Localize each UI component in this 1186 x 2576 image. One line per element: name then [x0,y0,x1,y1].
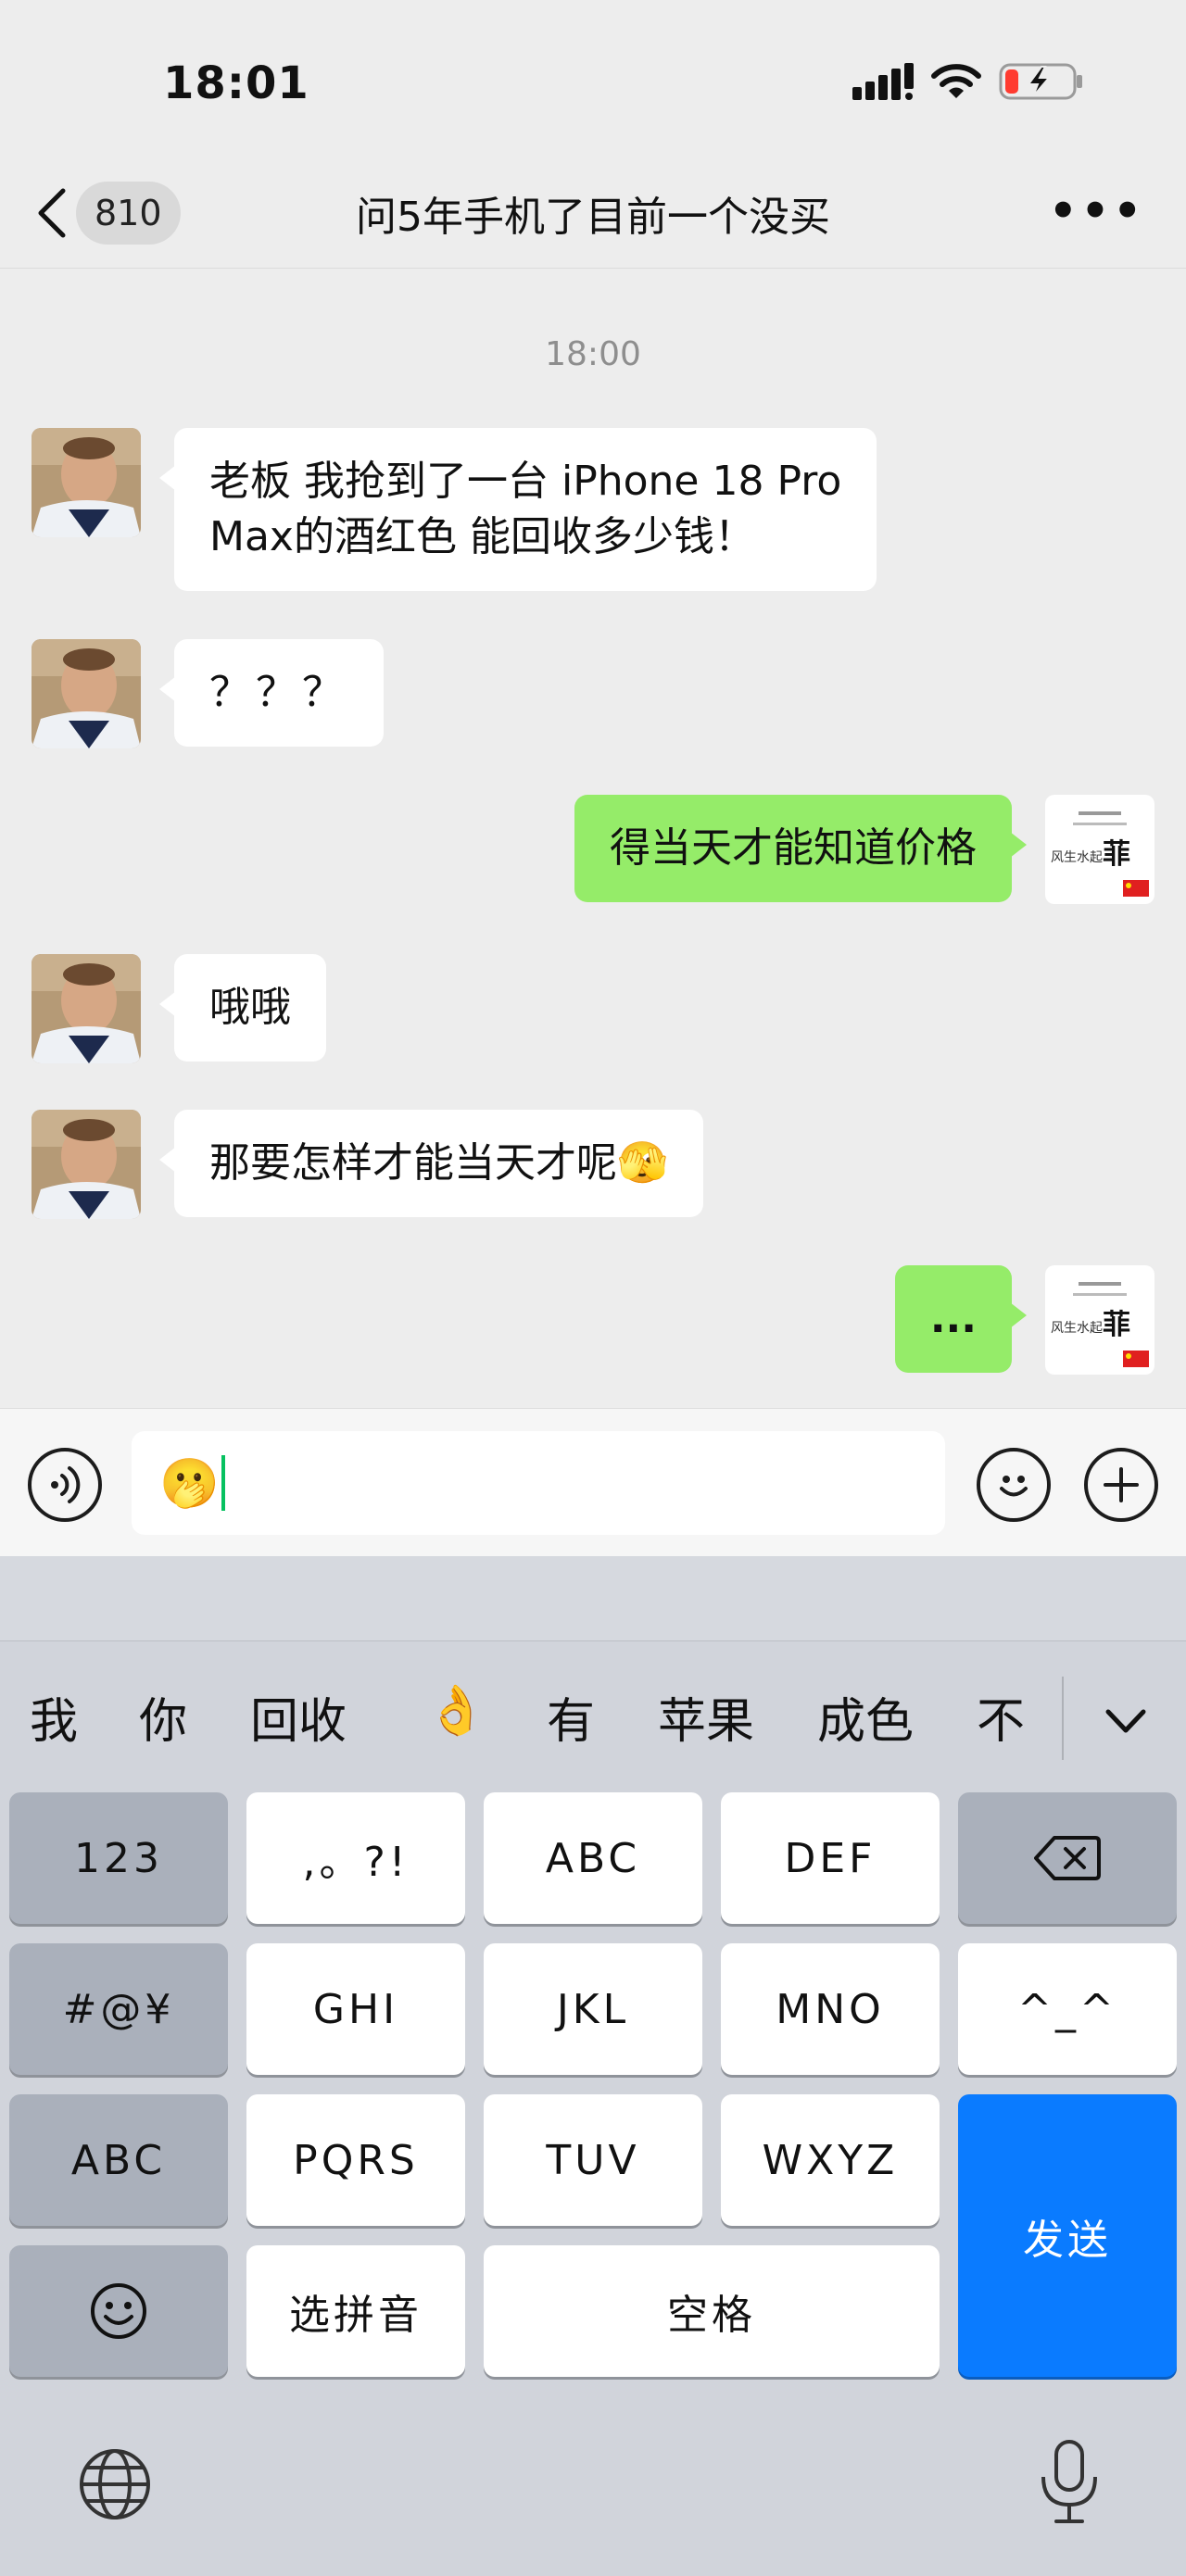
key-ghi[interactable]: GHI [246,1943,465,2075]
space-key[interactable]: 空格 [484,2245,940,2377]
voice-wave-icon [51,1466,81,1503]
more-options-icon[interactable]: ••• [1049,185,1145,237]
voice-input-button[interactable] [28,1448,102,1522]
message-received[interactable]: 老板 我抢到了一台 iPhone 18 Pro Max的酒红色 能回收多少钱！ [32,428,877,591]
avatar[interactable] [32,428,141,537]
key-select-pinyin[interactable]: 选拼音 [246,2245,465,2377]
message-bubble[interactable]: 老板 我抢到了一台 iPhone 18 Pro Max的酒红色 能回收多少钱！ [158,428,877,591]
status-icons [852,61,1084,102]
key-jkl[interactable]: JKL [484,1943,702,2075]
message-received[interactable]: ？？？ [32,639,384,748]
emoji-button[interactable] [977,1448,1051,1522]
signal-icon [852,63,914,100]
chat-title: 问5年手机了目前一个没买 [356,194,830,241]
key-abc-mode[interactable]: ABC [9,2094,228,2226]
message-bubble[interactable]: 得当天才能知道价格 [574,795,1027,902]
keyboard-toolbar [0,1556,1186,1641]
input-bar: 🫢 [0,1408,1186,1556]
svg-text:菲: 菲 [1103,1309,1130,1341]
message-bubble[interactable]: ... [894,1265,1028,1373]
candidate-item[interactable]: 👌 [426,1682,486,1739]
chat-timestamp: 18:00 [545,335,641,373]
chat-area[interactable]: 18:00 老板 我抢到了一台 iPhone 18 Pro Max的酒红色 能回… [0,269,1186,1408]
svg-text:风生水起: 风生水起 [1051,1321,1103,1336]
thinking-emoji: 🫣 [617,1139,668,1187]
message-sent[interactable]: 风生水起 菲 得当天才能知道价格 [574,795,1154,904]
message-bubble[interactable]: 哦哦 [159,954,326,1062]
avatar[interactable]: 风生水起 菲 [1045,795,1154,904]
candidate-item[interactable]: 回收 [250,1682,347,1752]
key-tuv[interactable]: TUV [484,2094,702,2226]
send-button[interactable]: 发送 [958,2094,1177,2377]
battery-charging-icon [999,63,1082,100]
chevron-down-icon[interactable] [1103,1703,1149,1740]
candidate-item[interactable]: 你 [139,1682,187,1752]
text-caret [221,1455,225,1511]
message-received[interactable]: 那要怎样才能当天才呢🫣 [32,1110,703,1219]
smiley-icon [1000,1476,1028,1497]
key-pqrs[interactable]: PQRS [246,2094,465,2226]
status-time: 18:01 [163,57,309,109]
divider [1062,1677,1064,1760]
candidate-item[interactable]: 我 [30,1682,78,1752]
globe-icon[interactable] [76,2445,154,2523]
key-mno[interactable]: MNO [721,1943,940,2075]
avatar[interactable] [32,639,141,748]
key-numbers[interactable]: 123 [9,1792,228,1924]
key-emoticon[interactable]: ^_^ [958,1943,1177,2075]
microphone-icon[interactable] [1036,2438,1103,2527]
avatar[interactable] [32,1110,141,1219]
keyboard-bottom-bar [0,2418,1186,2576]
message-bubble[interactable]: ？？？ [159,639,384,747]
key-symbols[interactable]: #@¥ [9,1943,228,2075]
wifi-icon [931,64,981,98]
emoji-key[interactable] [9,2245,228,2377]
smiley-icon [91,2283,146,2339]
svg-text:风生水起: 风生水起 [1051,850,1103,865]
candidate-item[interactable]: 苹果 [658,1682,754,1752]
status-bar: 18:01 [0,0,1186,157]
svg-text:菲: 菲 [1103,838,1130,871]
add-more-button[interactable] [1084,1448,1158,1522]
message-bubble[interactable]: 那要怎样才能当天才呢🫣 [159,1110,703,1217]
avatar[interactable] [32,954,141,1063]
message-sent[interactable]: 风生水起 菲 ... [894,1265,1154,1375]
candidate-item[interactable]: 成色 [817,1682,914,1752]
keyboard: 我 你 回收 👌 有 苹果 成色 不 123 ,。?! ABC DEF #@¥ … [0,1556,1186,2576]
plus-icon [1104,1467,1139,1502]
candidate-item[interactable]: 有 [547,1682,595,1752]
backspace-key[interactable] [958,1792,1177,1924]
nav-bar: 810 问5年手机了目前一个没买 ••• [0,157,1186,269]
key-wxyz[interactable]: WXYZ [721,2094,940,2226]
candidate-item[interactable]: 不 [977,1682,1025,1752]
backspace-icon [1034,1836,1101,1880]
avatar[interactable]: 风生水起 菲 [1045,1265,1154,1375]
message-received[interactable]: 哦哦 [32,954,326,1063]
key-abc[interactable]: ABC [484,1792,702,1924]
key-def[interactable]: DEF [721,1792,940,1924]
message-input[interactable]: 🫢 [132,1431,945,1535]
key-punctuation[interactable]: ,。?! [246,1792,465,1924]
